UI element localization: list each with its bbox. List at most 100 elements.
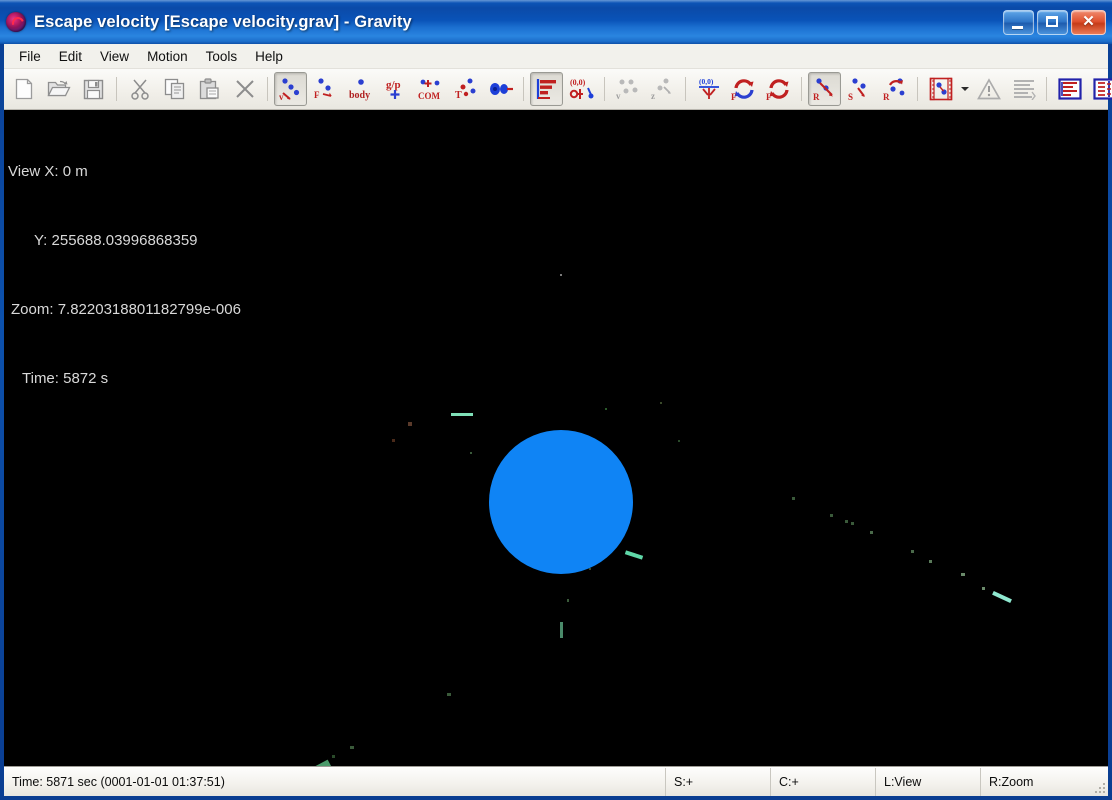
paste-button[interactable] (193, 72, 226, 106)
record-film-button[interactable] (924, 72, 957, 106)
rotate-forward-icon: F (731, 79, 754, 102)
reference-rotation-icon: R (883, 78, 904, 102)
menu-file[interactable]: File (10, 46, 50, 67)
film-strip-icon (929, 77, 952, 101)
properties-panel-button[interactable] (1088, 72, 1112, 106)
clipboard-icon (199, 78, 219, 100)
minimize-button[interactable] (1003, 9, 1034, 35)
show-gravity-potential-button[interactable]: g/p (379, 72, 412, 106)
gravity-potential-icon: g/p (386, 79, 401, 99)
velocity-reference-button[interactable]: v (611, 72, 644, 106)
toolbar-separator (267, 77, 268, 101)
copy-pages-icon (164, 78, 184, 100)
toolbar-separator (523, 77, 524, 101)
legend-bars-icon (536, 79, 556, 99)
show-center-of-mass-button[interactable]: COM (414, 72, 447, 106)
status-pane-l[interactable]: L:View (876, 768, 981, 796)
status-pane-s[interactable]: S:+ (666, 768, 771, 796)
window-client-area: File Edit View Motion Tools Help v F bod… (4, 44, 1112, 796)
show-velocity-button[interactable]: v (274, 72, 307, 106)
save-floppy-icon (83, 79, 104, 99)
menu-view[interactable]: View (91, 46, 138, 67)
show-barycentre-button[interactable] (484, 72, 517, 106)
selected-body-button[interactable]: S (843, 72, 876, 106)
frame-origin-icon: (0,0) (698, 77, 719, 99)
status-pane-r-label: R:Zoom (989, 775, 1034, 789)
minimize-icon (1012, 25, 1023, 29)
window-title-bar[interactable]: Escape velocity [Escape velocity.grav] -… (0, 0, 1112, 44)
menu-tools[interactable]: Tools (197, 46, 247, 67)
frame-rotate-back-button[interactable]: F (762, 72, 795, 106)
main-toolbar: v F body g/p COM T (0,0) v z (0,0) F F R… (4, 69, 1112, 110)
window-controls: ✕ (1003, 9, 1106, 35)
svg-text:z: z (651, 91, 655, 101)
log-button[interactable] (1007, 72, 1040, 106)
center-of-mass-icon: COM (418, 79, 440, 101)
warnings-button[interactable] (972, 72, 1005, 106)
resize-grip[interactable] (1091, 779, 1105, 793)
maximize-icon (1046, 15, 1058, 27)
delete-button[interactable] (228, 72, 261, 106)
new-document-icon (15, 78, 32, 100)
velocity-reference-icon: v (616, 79, 637, 101)
show-body-button[interactable]: body (344, 72, 377, 106)
velocity-vector-icon: v (279, 78, 299, 102)
toolbar-separator (917, 77, 918, 101)
new-file-button[interactable] (7, 72, 40, 106)
menu-edit[interactable]: Edit (50, 46, 91, 67)
show-legend-button[interactable] (530, 72, 563, 106)
zoom-reference-button[interactable]: z (646, 72, 679, 106)
svg-text:F: F (731, 92, 737, 102)
toolbar-separator (116, 77, 117, 101)
reference-body-button[interactable]: R (808, 72, 841, 106)
log-lines-icon (1013, 80, 1036, 100)
toolbar-separator (1046, 77, 1047, 101)
svg-text:R: R (883, 92, 890, 102)
toolbar-separator (604, 77, 605, 101)
frame-rotate-forward-button[interactable]: F (727, 72, 760, 106)
gravity-application-window: Escape velocity [Escape velocity.grav] -… (0, 0, 1112, 800)
show-temperature-button[interactable]: T (449, 72, 482, 106)
scissors-icon (130, 79, 149, 100)
body-label-icon: body (349, 79, 370, 101)
open-file-button[interactable] (42, 72, 75, 106)
menu-motion[interactable]: Motion (138, 46, 197, 67)
save-file-button[interactable] (77, 72, 110, 106)
frame-origin-button[interactable]: (0,0) (692, 72, 725, 106)
svg-text:S: S (848, 92, 853, 102)
menu-bar: File Edit View Motion Tools Help (4, 44, 1108, 69)
maximize-button[interactable] (1037, 9, 1068, 35)
body-list-panel-icon (1057, 78, 1082, 100)
chevron-down-icon (960, 87, 969, 91)
cut-button[interactable] (123, 72, 156, 106)
selected-body-icon: S (848, 78, 866, 102)
force-vector-icon: F (314, 78, 332, 100)
open-folder-icon (46, 80, 71, 97)
status-bar: Time: 5871 sec (0001-01-01 01:37:51) S:+… (4, 767, 1108, 796)
reference-rotation-button[interactable]: R (878, 72, 911, 106)
show-force-button[interactable]: F (309, 72, 342, 106)
record-film-dropdown[interactable] (958, 73, 971, 105)
menu-help[interactable]: Help (246, 46, 292, 67)
svg-text:g/p: g/p (386, 79, 401, 91)
warning-triangle-icon (976, 78, 1001, 100)
temperature-icon: T (455, 78, 475, 101)
svg-text:T: T (455, 90, 462, 101)
close-button[interactable]: ✕ (1071, 9, 1106, 35)
status-pane-c[interactable]: C:+ (771, 768, 876, 796)
x-cross-icon (235, 80, 254, 98)
svg-text:body: body (349, 90, 370, 101)
svg-text:(0,0): (0,0) (570, 78, 586, 87)
svg-text:F: F (766, 92, 772, 102)
status-pane-r[interactable]: R:Zoom (981, 768, 1108, 796)
planet-body[interactable] (489, 430, 633, 574)
show-origin-button[interactable]: (0,0) (565, 72, 598, 106)
copy-button[interactable] (158, 72, 191, 106)
simulation-canvas[interactable]: View X: 0 m Y: 255688.03996868359 Zoom: … (4, 110, 1108, 767)
dumbbell-icon (489, 83, 513, 95)
svg-text:F: F (314, 90, 320, 100)
body-list-panel-button[interactable] (1053, 72, 1086, 106)
toolbar-separator (685, 77, 686, 101)
zoom-reference-icon: z (651, 78, 671, 101)
svg-text:v: v (616, 91, 621, 101)
